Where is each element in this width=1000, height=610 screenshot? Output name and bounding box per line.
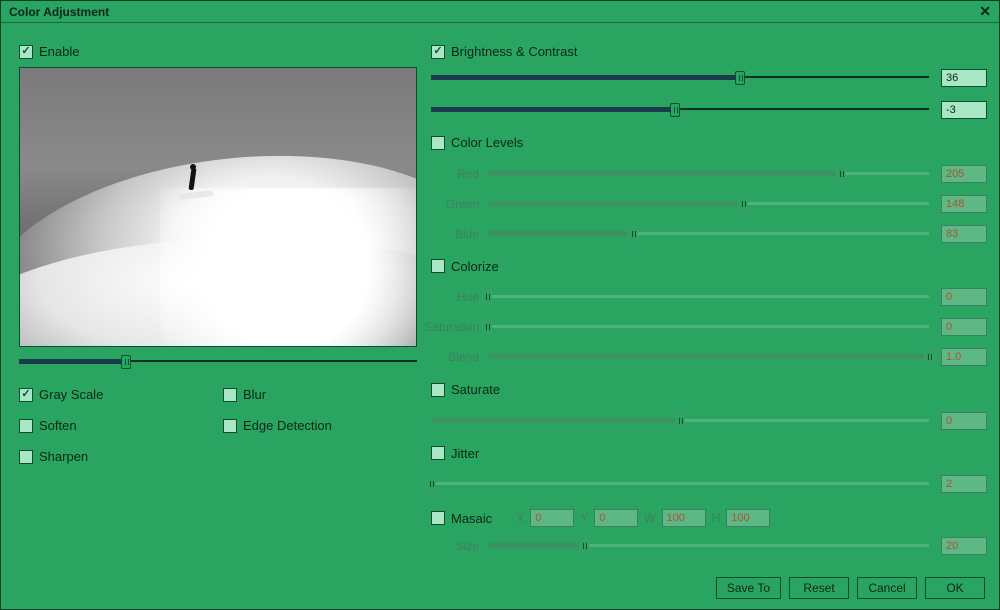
blur-checkbox[interactable]: Blur [223, 387, 417, 402]
contrast-slider[interactable] [431, 103, 929, 117]
mosaic-checkbox[interactable]: Masaic [431, 511, 492, 526]
mosaic-w-value [662, 509, 706, 527]
saturate-checkbox[interactable]: Saturate [431, 382, 500, 397]
jitter-value [941, 475, 987, 493]
jitter-checkbox[interactable]: Jitter [431, 446, 479, 461]
checkmark-icon: ✓ [431, 45, 445, 59]
cancel-button[interactable]: Cancel [857, 577, 917, 599]
blend-value [941, 348, 987, 366]
enable-label: Enable [39, 44, 79, 59]
mosaic-y-label: Y [580, 511, 588, 525]
red-label: Red [431, 167, 479, 181]
checkbox-empty-icon [431, 259, 445, 273]
checkbox-empty-icon [19, 419, 33, 433]
brightness-slider[interactable] [431, 71, 929, 85]
green-label: Green [431, 197, 479, 211]
blue-slider[interactable] [487, 227, 929, 241]
sharpen-checkbox[interactable]: Sharpen [19, 449, 213, 464]
green-slider[interactable] [487, 197, 929, 211]
ok-button[interactable]: OK [925, 577, 985, 599]
blend-label: Blend [431, 350, 479, 364]
mosaic-h-value [726, 509, 770, 527]
mosaic-size-slider[interactable] [487, 539, 929, 553]
enable-checkbox[interactable]: ✓ Enable [19, 44, 79, 59]
checkmark-icon: ✓ [19, 388, 33, 402]
green-value [941, 195, 987, 213]
colorize-checkbox[interactable]: Colorize [431, 259, 499, 274]
checkbox-empty-icon [431, 446, 445, 460]
checkbox-empty-icon [19, 450, 33, 464]
mosaic-size-value [941, 537, 987, 555]
checkbox-empty-icon [431, 136, 445, 150]
mosaic-h-label: H [712, 511, 721, 525]
mosaic-size-label: Size [431, 539, 479, 553]
contrast-value[interactable] [941, 101, 987, 119]
hue-slider[interactable] [487, 290, 929, 304]
hue-value [941, 288, 987, 306]
red-slider[interactable] [487, 167, 929, 181]
titlebar: Color Adjustment ✕ [1, 1, 999, 23]
blend-slider[interactable] [487, 350, 929, 364]
edge-detection-checkbox[interactable]: Edge Detection [223, 418, 417, 433]
saturation-label: Saturation [421, 320, 479, 334]
preview-image [19, 67, 417, 347]
color-levels-checkbox[interactable]: Color Levels [431, 135, 523, 150]
hue-label: Hue [431, 290, 479, 304]
checkbox-empty-icon [431, 383, 445, 397]
checkbox-empty-icon [223, 388, 237, 402]
checkbox-empty-icon [431, 511, 445, 525]
saturate-value [941, 412, 987, 430]
saturation-value [941, 318, 987, 336]
mosaic-w-label: W [644, 511, 655, 525]
soften-checkbox[interactable]: Soften [19, 418, 213, 433]
reset-button[interactable]: Reset [789, 577, 849, 599]
mosaic-y-value [594, 509, 638, 527]
checkmark-icon: ✓ [19, 45, 33, 59]
red-value [941, 165, 987, 183]
save-to-button[interactable]: Save To [716, 577, 781, 599]
mosaic-x-value [530, 509, 574, 527]
close-icon[interactable]: ✕ [979, 3, 991, 20]
preview-zoom-slider[interactable] [19, 355, 417, 369]
jitter-slider[interactable] [431, 477, 929, 491]
blue-value [941, 225, 987, 243]
window-title: Color Adjustment [9, 5, 109, 19]
brightness-contrast-checkbox[interactable]: ✓ Brightness & Contrast [431, 44, 577, 59]
button-bar: Save To Reset Cancel OK [716, 577, 985, 599]
brightness-value[interactable] [941, 69, 987, 87]
saturate-slider[interactable] [431, 414, 929, 428]
blue-label: Blue [431, 227, 479, 241]
saturation-slider[interactable] [487, 320, 929, 334]
grayscale-checkbox[interactable]: ✓ Gray Scale [19, 387, 213, 402]
mosaic-x-label: X [516, 511, 524, 525]
checkbox-empty-icon [223, 419, 237, 433]
